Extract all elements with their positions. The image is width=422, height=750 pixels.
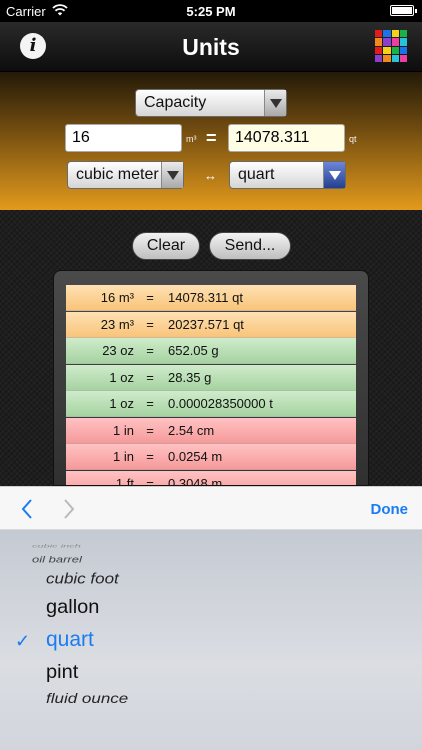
to-unit-select[interactable]: quart	[229, 161, 346, 189]
palette-swatch	[375, 38, 383, 46]
picker-option[interactable]: cubic inch	[32, 543, 81, 548]
history-eq: =	[146, 475, 154, 486]
checkmark-icon: ✓	[15, 631, 31, 651]
from-unit-select[interactable]: cubic meter	[67, 161, 184, 189]
to-unit-select-value: quart	[238, 166, 275, 183]
palette-swatch	[375, 54, 383, 62]
palette-swatch	[391, 38, 399, 46]
category-select-value: Capacity	[144, 94, 207, 111]
palette-swatch	[383, 38, 391, 46]
picker-option[interactable]: fluid ounce	[46, 691, 128, 707]
history-rhs: 0.3048 m	[168, 475, 223, 486]
palette-swatch	[383, 30, 391, 38]
equals-sign: =	[206, 128, 217, 148]
picker-option[interactable]: gallon	[46, 596, 99, 618]
palette-swatch	[383, 46, 391, 54]
history-eq: =	[146, 290, 154, 305]
history-lhs: 1 in	[113, 449, 134, 464]
chevron-down-icon	[161, 162, 183, 188]
history-row[interactable]: 1 in = 2.54 cm	[66, 417, 356, 444]
chevron-down-icon	[323, 162, 345, 188]
history-row[interactable]: 1 ft = 0.3048 m	[66, 470, 356, 486]
chevron-down-icon	[264, 90, 286, 116]
palette-swatch	[375, 46, 383, 54]
palette-swatch	[391, 54, 399, 62]
status-time: 5:25 PM	[186, 4, 236, 19]
picker-option[interactable]: oil barrel	[32, 554, 82, 565]
from-unit-select-value: cubic meter	[76, 166, 159, 183]
palette-swatch	[399, 30, 407, 38]
result-unit-label: qt	[349, 134, 357, 144]
palette-swatch	[375, 30, 383, 38]
history-row[interactable]: 23 oz = 652.05 g	[66, 338, 356, 364]
unit-picker[interactable]: ✓ cubic inch oil barrel cubic foot gallon qu…	[0, 530, 422, 750]
history-rhs: 28.35 g	[168, 369, 212, 385]
history-lhs: 1 in	[113, 422, 134, 438]
send-button[interactable]: Send...	[209, 232, 291, 260]
history-lhs: 23 m³	[100, 316, 134, 332]
history-rhs: 0.0254 m	[168, 449, 223, 464]
input-unit-label: m³	[186, 134, 197, 144]
picker-option[interactable]: cubic foot	[46, 571, 119, 588]
history-row[interactable]: 23 m³ = 20237.571 qt	[66, 311, 356, 338]
chevron-right-icon[interactable]	[58, 495, 80, 523]
swap-units-button[interactable]: ↔	[204, 168, 217, 183]
history-lhs: 16 m³	[100, 290, 134, 305]
history-eq: =	[146, 369, 154, 385]
category-select[interactable]: Capacity	[135, 89, 287, 117]
history-list: 16 m³ = 14078.311 qt 23 m³ = 20237.571 qt 23 o…	[53, 270, 369, 486]
history-row[interactable]: 1 oz = 28.35 g	[66, 364, 356, 391]
nav-header: i Units	[0, 22, 422, 72]
history-eq: =	[146, 422, 154, 438]
history-rhs: 0.000028350000 t	[168, 396, 273, 411]
palette-swatch	[391, 46, 399, 54]
picker-option[interactable]: pint	[46, 661, 78, 683]
history-lhs: 1 oz	[109, 396, 134, 411]
battery-icon	[390, 5, 417, 16]
palette-swatch	[399, 54, 407, 62]
history-rhs: 20237.571 qt	[168, 316, 244, 332]
history-rhs: 14078.311 qt	[168, 290, 243, 305]
status-bar: Carrier 5:25 PM	[0, 0, 422, 22]
palette-swatch	[399, 38, 407, 46]
input-value-field[interactable]: 16	[65, 124, 182, 152]
history-lhs: 1 oz	[109, 369, 134, 385]
picker-option[interactable]: quart	[46, 628, 94, 652]
history-lhs: 23 oz	[102, 343, 134, 358]
history-eq: =	[146, 396, 154, 411]
converter-panel: Capacity 16 m³ = 14078.311 qt cubic mete…	[0, 72, 422, 210]
history-row[interactable]: 1 oz = 0.000028350000 t	[66, 391, 356, 417]
clear-button[interactable]: Clear	[132, 232, 200, 260]
palette-swatch	[383, 54, 391, 62]
history-rhs: 2.54 cm	[168, 422, 215, 438]
history-lhs: 1 ft	[115, 475, 134, 486]
history-row[interactable]: 16 m³ = 14078.311 qt	[66, 285, 356, 311]
chevron-left-icon[interactable]	[16, 495, 38, 523]
done-button[interactable]: Done	[371, 501, 409, 518]
history-eq: =	[146, 316, 154, 332]
picker-toolbar: Done	[0, 486, 422, 530]
history-eq: =	[146, 449, 154, 464]
palette-swatch	[399, 46, 407, 54]
history-row[interactable]: 1 in = 0.0254 m	[66, 444, 356, 470]
history-eq: =	[146, 343, 154, 358]
history-rhs: 652.05 g	[168, 343, 219, 358]
result-value-field[interactable]: 14078.311	[228, 124, 345, 152]
page-title: Units	[182, 34, 240, 60]
palette-button[interactable]	[375, 30, 407, 62]
palette-swatch	[391, 30, 399, 38]
